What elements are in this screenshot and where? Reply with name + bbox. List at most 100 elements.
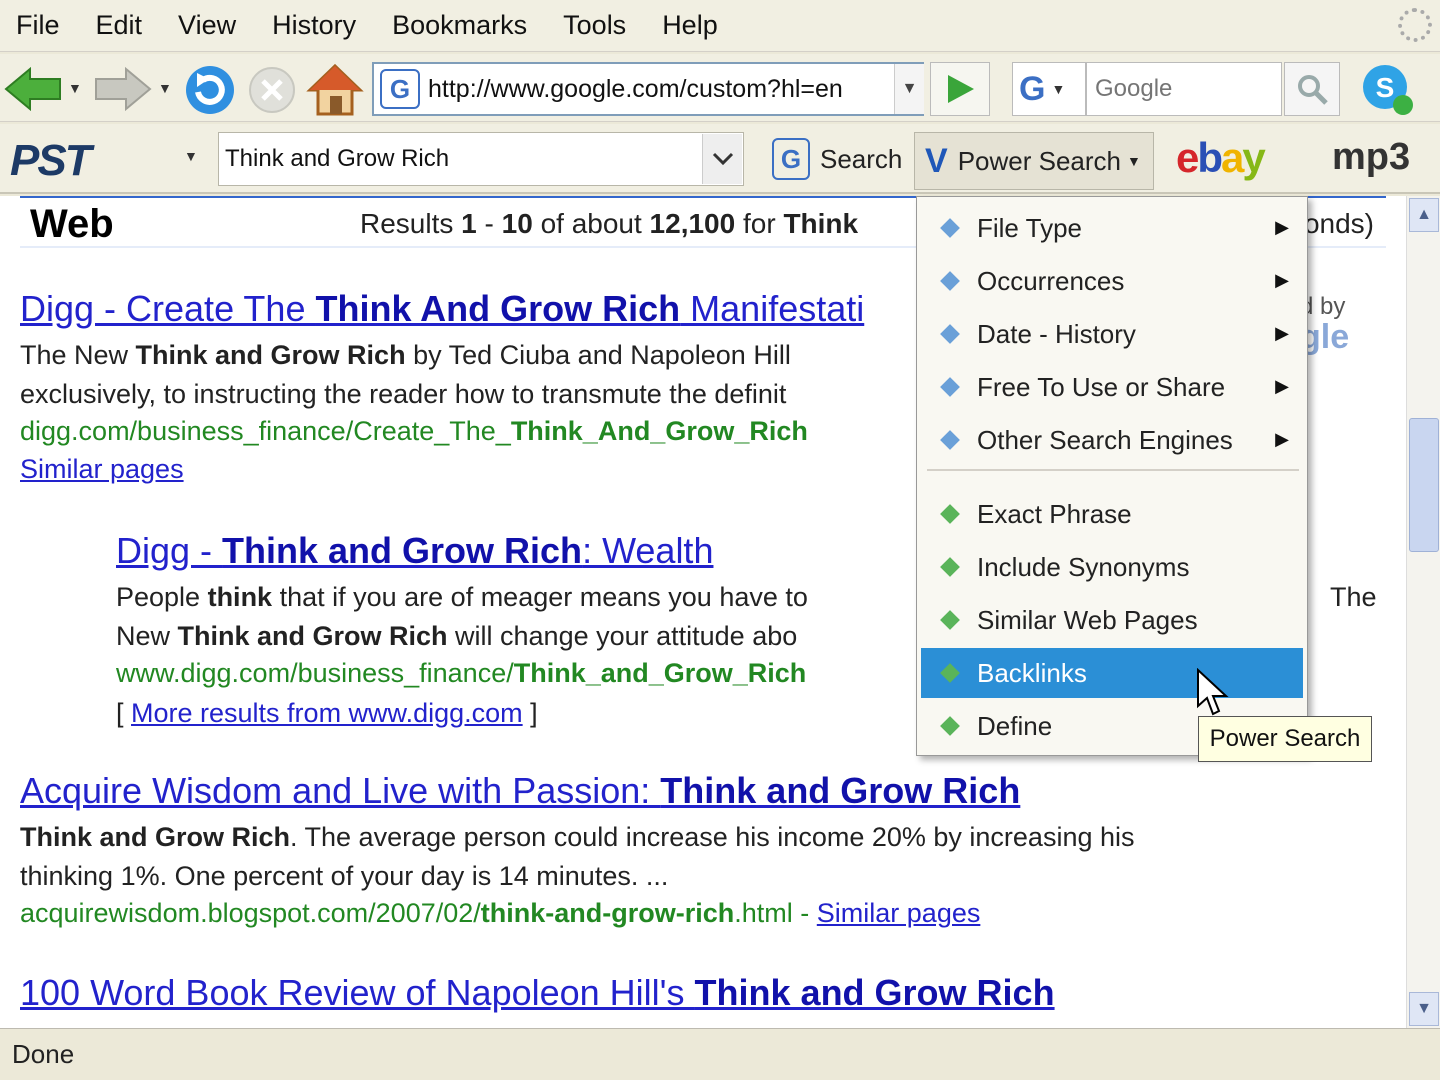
power-search-label: Power Search	[957, 145, 1121, 176]
similar-pages-container: Similar pages	[20, 454, 184, 485]
menu-bookmarks[interactable]: Bookmarks	[392, 10, 527, 41]
go-button[interactable]	[930, 62, 990, 116]
result-title-post: Manifestati	[680, 288, 865, 329]
menu-item-exact-phrase[interactable]: Exact Phrase	[921, 489, 1303, 539]
pst-query-input[interactable]	[219, 145, 699, 173]
result-title-pre: Acquire Wisdom and Live with Passion:	[20, 770, 661, 811]
result-snippet: New Think and Grow Rich will change your…	[116, 617, 797, 656]
submenu-arrow-icon: ▶	[1275, 217, 1289, 237]
diamond-bullet-icon	[940, 716, 960, 736]
submenu-arrow-icon: ▶	[1275, 429, 1289, 449]
menu-view[interactable]: View	[178, 10, 236, 41]
pst-search-button[interactable]: G Search	[772, 132, 910, 186]
back-button[interactable]	[4, 64, 64, 114]
similar-pages-link[interactable]: Similar pages	[20, 454, 184, 484]
menu-item-file-type[interactable]: File Type ▶	[921, 203, 1303, 253]
pst-menu-dropdown[interactable]: ▼	[184, 148, 198, 164]
mp3-button[interactable]: mp3	[1332, 136, 1410, 179]
results-for: for	[742, 208, 776, 239]
menu-tools[interactable]: Tools	[563, 10, 626, 41]
forward-history-dropdown[interactable]: ▼	[158, 80, 172, 96]
similar-pages-link[interactable]: Similar pages	[817, 898, 981, 928]
pst-logo[interactable]: PST	[10, 136, 92, 186]
search-submit-button[interactable]	[1284, 62, 1340, 116]
results-range-start: 1	[461, 208, 477, 239]
power-search-toolbar: PST ▼ G Search V Power Search ▼ ebay mp3	[0, 124, 1440, 194]
menu-item-label: Occurrences	[977, 265, 1125, 296]
menu-file[interactable]: File	[16, 10, 60, 41]
back-history-dropdown[interactable]: ▼	[68, 80, 82, 96]
result-title-pre: 100 Word Book Review of Napoleon Hill's	[20, 972, 695, 1013]
result-url: acquirewisdom.blogspot.com/2007/02/think…	[20, 898, 980, 929]
menu-item-label: File Type	[977, 212, 1083, 243]
back-arrow-icon	[4, 67, 61, 111]
chevron-down-icon	[712, 152, 733, 166]
result-title-link[interactable]: 100 Word Book Review of Napoleon Hill's …	[20, 972, 1055, 1014]
result-title-link[interactable]: Digg - Think and Grow Rich: Wealth	[116, 530, 713, 572]
diamond-bullet-icon	[940, 663, 960, 683]
funnel-icon: V	[925, 141, 948, 180]
web-search-input[interactable]	[1087, 63, 1281, 115]
pst-query-box[interactable]	[218, 132, 744, 186]
result-title-pre: Digg -	[116, 530, 223, 571]
skype-button[interactable]: S	[1356, 58, 1418, 120]
url-input[interactable]	[428, 74, 868, 104]
result-title-post: : Wealth	[582, 530, 714, 571]
result-title-bold: Think and Grow Rich	[694, 972, 1055, 1013]
result-snippet-tail: The	[1330, 582, 1377, 612]
power-search-button[interactable]: V Power Search ▼	[914, 132, 1154, 190]
result-url: www.digg.com/business_finance/Think_and_…	[116, 658, 806, 689]
menu-item-other-engines[interactable]: Other Search Engines ▶	[921, 415, 1303, 465]
menu-item-occurrences[interactable]: Occurrences ▶	[921, 256, 1303, 306]
scroll-thumb[interactable]	[1409, 418, 1439, 552]
menu-history[interactable]: History	[272, 10, 356, 41]
menu-item-backlinks[interactable]: Backlinks	[921, 648, 1303, 698]
home-button[interactable]	[304, 60, 366, 120]
snippet-bold: Think and Grow Rich	[135, 340, 406, 370]
stop-icon	[249, 67, 295, 113]
diamond-bullet-icon	[940, 377, 960, 397]
more-results-link[interactable]: More results from www.digg.com	[131, 698, 523, 728]
menu-bar: File Edit View History Bookmarks Tools H…	[0, 0, 1440, 52]
menu-help[interactable]: Help	[662, 10, 718, 41]
pst-query-dropdown[interactable]	[702, 134, 742, 184]
menu-item-include-synonyms[interactable]: Include Synonyms	[921, 542, 1303, 592]
forward-button[interactable]	[92, 64, 152, 114]
url-history-dropdown[interactable]: ▼	[894, 64, 924, 114]
tooltip: Power Search	[1198, 716, 1372, 762]
menu-item-date-history[interactable]: Date - History ▶	[921, 309, 1303, 359]
result-title-link[interactable]: Digg - Create The Think And Grow Rich Ma…	[20, 288, 864, 330]
reload-button[interactable]	[182, 62, 238, 118]
result-title-link[interactable]: Acquire Wisdom and Live with Passion: Th…	[20, 770, 1020, 812]
diamond-bullet-icon	[940, 610, 960, 630]
menu-edit[interactable]: Edit	[96, 10, 143, 41]
vertical-scrollbar[interactable]: ▲ ▼	[1406, 196, 1440, 1028]
menu-item-label: Exact Phrase	[977, 498, 1132, 529]
scroll-up-button[interactable]: ▲	[1409, 198, 1439, 232]
diamond-bullet-icon	[940, 271, 960, 291]
web-search-box[interactable]	[1086, 62, 1282, 116]
search-engine-selector[interactable]: G ▼	[1012, 62, 1086, 116]
google-engine-icon: G	[1019, 69, 1046, 108]
url-text: digg.com/business_finance/Create_The_	[20, 416, 511, 446]
results-time-tail: onds)	[1303, 208, 1374, 239]
menu-item-similar-web-pages[interactable]: Similar Web Pages	[921, 595, 1303, 645]
ebay-button[interactable]: ebay	[1176, 134, 1288, 184]
result-snippet: Think and Grow Rich. The average person …	[20, 818, 1135, 857]
stop-button[interactable]	[244, 62, 300, 118]
menu-item-label: Free To Use or Share	[977, 371, 1226, 402]
snippet-text: by Ted Ciuba and Napoleon Hill	[405, 340, 791, 370]
menu-item-free-to-use[interactable]: Free To Use or Share ▶	[921, 362, 1303, 412]
scroll-down-button[interactable]: ▼	[1409, 992, 1439, 1026]
skype-icon: S	[1363, 65, 1413, 115]
diamond-bullet-icon	[940, 504, 960, 524]
diamond-bullet-icon	[940, 430, 960, 450]
pst-search-label: Search	[820, 143, 903, 174]
url-bar[interactable]: G	[372, 62, 924, 116]
navigation-toolbar: ▼ ▼ G ▼ G ▼	[0, 54, 1440, 122]
results-of-about: of about	[540, 208, 642, 239]
snippet-text: The New	[20, 340, 136, 370]
result-snippet: exclusively, to instructing the reader h…	[20, 379, 787, 409]
google-favicon-icon: G	[380, 69, 420, 109]
diamond-bullet-icon	[940, 324, 960, 344]
